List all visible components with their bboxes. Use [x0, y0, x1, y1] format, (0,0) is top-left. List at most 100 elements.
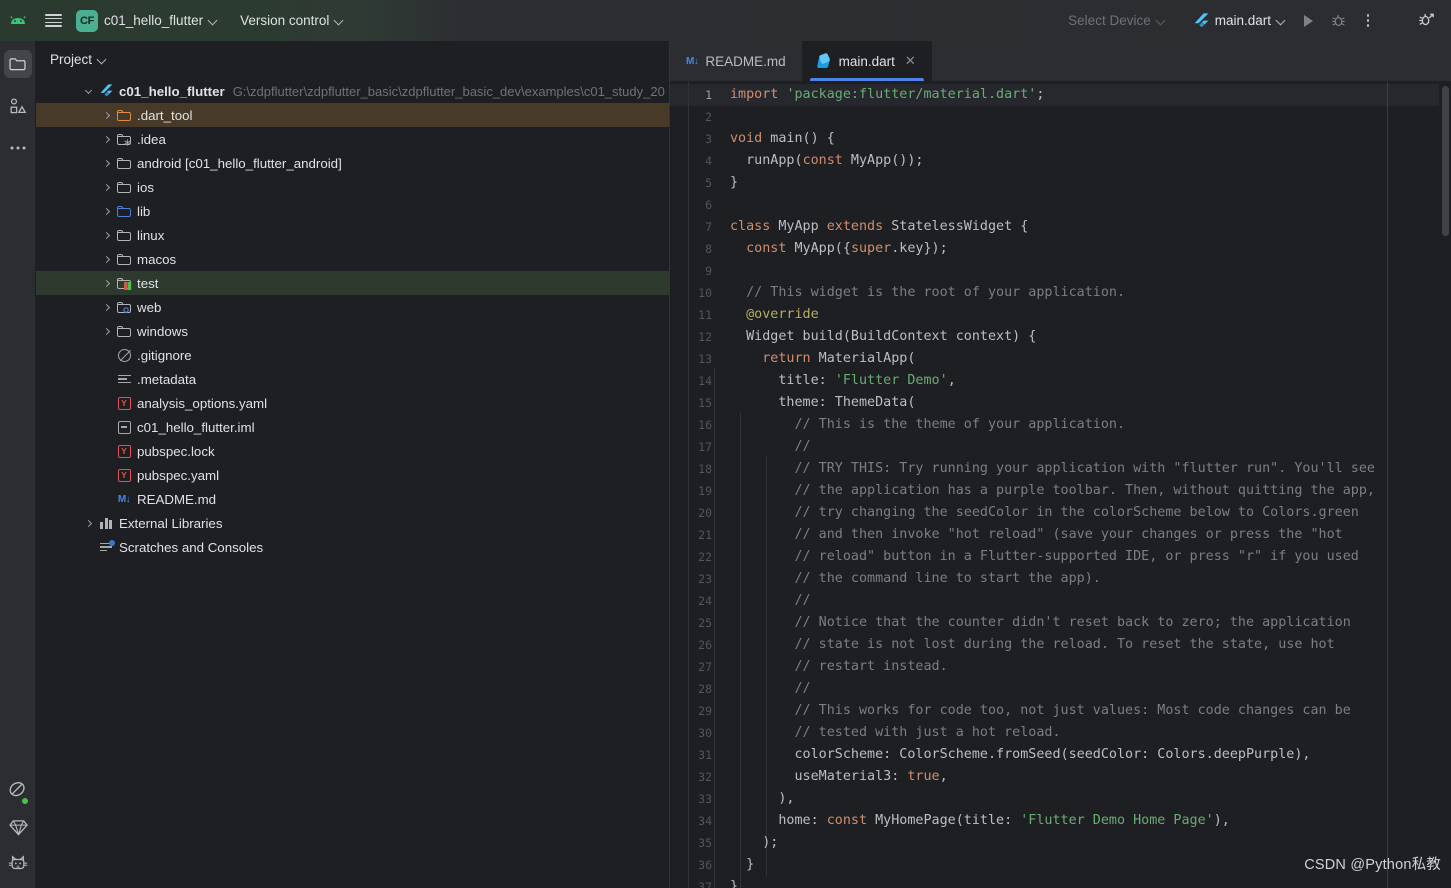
- line-number: 27: [698, 660, 712, 674]
- line-number: 31: [698, 748, 712, 762]
- device-selector[interactable]: Select Device: [1061, 8, 1173, 34]
- run-configuration-selector[interactable]: main.dart: [1187, 8, 1293, 34]
- line-number: 2: [705, 110, 712, 124]
- chevron-right-icon[interactable]: [98, 319, 114, 343]
- project-chip: CF: [76, 9, 98, 32]
- tree-root-node[interactable]: c01_hello_flutter G:\zdpflutter\zdpflutt…: [36, 79, 669, 103]
- chevron-right-icon[interactable]: [98, 223, 114, 247]
- tree-item-scratches-and-consoles[interactable]: Scratches and Consoles: [36, 535, 669, 559]
- code-line: class MyApp extends StatelessWidget {: [730, 216, 1451, 238]
- tree-item-c01-hello-flutter-iml[interactable]: c01_hello_flutter.iml: [36, 415, 669, 439]
- tree-item-macos[interactable]: macos: [36, 247, 669, 271]
- tree-item-gitignore[interactable]: .gitignore: [36, 343, 669, 367]
- code-token: // tested with just a hot reload.: [730, 725, 1061, 740]
- yaml-file-icon: Y: [114, 468, 134, 482]
- close-icon[interactable]: ✕: [905, 53, 916, 69]
- tree-item-android-c01-hello-flutter-android[interactable]: android [c01_hello_flutter_android]: [36, 151, 669, 175]
- scrollbar-thumb[interactable]: [1442, 86, 1449, 236]
- tree-item-analysis-options-yaml[interactable]: Yanalysis_options.yaml: [36, 391, 669, 415]
- code-token: //: [730, 439, 811, 454]
- indent-guide: [688, 82, 689, 888]
- code-token: true: [907, 769, 940, 784]
- code-line: // restart instead.: [730, 656, 1451, 678]
- folder-web-icon: [114, 301, 134, 313]
- version-control-menu[interactable]: Version control: [233, 8, 351, 34]
- tree-item-dart-tool[interactable]: .dart_tool: [36, 103, 669, 127]
- folder-icon: [114, 181, 134, 193]
- tree-item-lib[interactable]: lib: [36, 199, 669, 223]
- tree-item-pubspec-yaml[interactable]: Ypubspec.yaml: [36, 463, 669, 487]
- tree-item-ios[interactable]: ios: [36, 175, 669, 199]
- tree-item-label: ios: [137, 179, 154, 195]
- editor-tab-readme[interactable]: M↓ README.md: [670, 41, 802, 81]
- chevron-right-icon[interactable]: [98, 103, 114, 127]
- chevron-down-icon: [1157, 16, 1166, 25]
- chevron-right-icon[interactable]: [98, 151, 114, 175]
- line-number: 32: [698, 770, 712, 784]
- line-number: 1: [670, 84, 720, 106]
- chevron-right-icon[interactable]: [98, 127, 114, 151]
- watermark-text: CSDN @Python私教: [1304, 857, 1441, 873]
- chevron-right-icon[interactable]: [98, 247, 114, 271]
- code-line: // Notice that the counter didn't reset …: [730, 612, 1451, 634]
- code-line: Widget build(BuildContext context) {: [730, 326, 1451, 348]
- chevron-down-icon: [335, 16, 344, 25]
- run-button[interactable]: [1293, 7, 1323, 35]
- code-token: //: [730, 681, 811, 696]
- tree-item-metadata[interactable]: .metadata: [36, 367, 669, 391]
- chevron-down-icon[interactable]: [80, 79, 96, 103]
- tree-item-pubspec-lock[interactable]: Ypubspec.lock: [36, 439, 669, 463]
- tree-item-windows[interactable]: windows: [36, 319, 669, 343]
- code-token: // TRY THIS: Try running your applicatio…: [730, 461, 1375, 476]
- profiler-button[interactable]: [1411, 7, 1441, 35]
- android-studio-logo-icon: [0, 15, 36, 27]
- project-panel-header[interactable]: Project: [36, 41, 669, 77]
- line-number: 3: [705, 132, 712, 146]
- code-token: ,: [939, 769, 948, 784]
- gem-diamond-icon[interactable]: [8, 819, 28, 841]
- code-token: // This widget is the root of your appli…: [730, 285, 1126, 300]
- line-number: 9: [705, 264, 712, 278]
- chevron-right-icon[interactable]: [98, 295, 114, 319]
- flutter-inspector-icon[interactable]: [8, 780, 28, 805]
- line-number: 24: [698, 594, 712, 608]
- code-token: MyApp({: [786, 241, 851, 256]
- cat-face-icon[interactable]: [8, 855, 28, 878]
- code-line: // This is the theme of your application…: [730, 414, 1451, 436]
- code-line: theme: ThemeData(: [730, 392, 1451, 414]
- line-number: 4: [705, 154, 712, 168]
- more-actions-button[interactable]: [1353, 7, 1383, 35]
- debug-bug-icon: [1331, 14, 1345, 26]
- code-token: );: [730, 835, 779, 850]
- tree-item-web[interactable]: web: [36, 295, 669, 319]
- tree-item-test[interactable]: test: [36, 271, 669, 295]
- project-selector[interactable]: CF c01_hello_flutter: [70, 8, 225, 34]
- editor-tab-main-dart[interactable]: main.dart ✕: [801, 41, 932, 81]
- code-editor[interactable]: 1 2 3 4 5 6 7 8 9 10 11 12 13 14 15 16 17 18 19 20 21 22 23 24 2…: [670, 82, 1451, 888]
- chevron-right-icon[interactable]: [98, 175, 114, 199]
- indent-guide: [714, 368, 715, 888]
- hamburger-menu-icon[interactable]: [36, 14, 70, 27]
- chevron-right-icon[interactable]: [98, 199, 114, 223]
- structure-shapes-icon[interactable]: [4, 92, 32, 120]
- code-line: const MyApp({super.key});: [730, 238, 1451, 260]
- line-number: 23: [698, 572, 712, 586]
- tree-item-idea[interactable]: .idea: [36, 127, 669, 151]
- flutter-icon: [1194, 12, 1209, 29]
- tree-item-linux[interactable]: linux: [36, 223, 669, 247]
- debug-button[interactable]: [1323, 7, 1353, 35]
- tree-item-external-libraries[interactable]: External Libraries: [36, 511, 669, 535]
- line-number: 30: [698, 726, 712, 740]
- code-token: runApp(: [730, 153, 803, 168]
- project-folder-icon[interactable]: [3, 50, 32, 78]
- tree-item-readme-md[interactable]: M↓ README.md: [36, 487, 669, 511]
- editor-scrollbar[interactable]: [1439, 82, 1451, 888]
- chevron-right-icon[interactable]: [98, 271, 114, 295]
- more-horizontal-icon[interactable]: [4, 134, 32, 162]
- chevron-right-icon[interactable]: [80, 511, 96, 535]
